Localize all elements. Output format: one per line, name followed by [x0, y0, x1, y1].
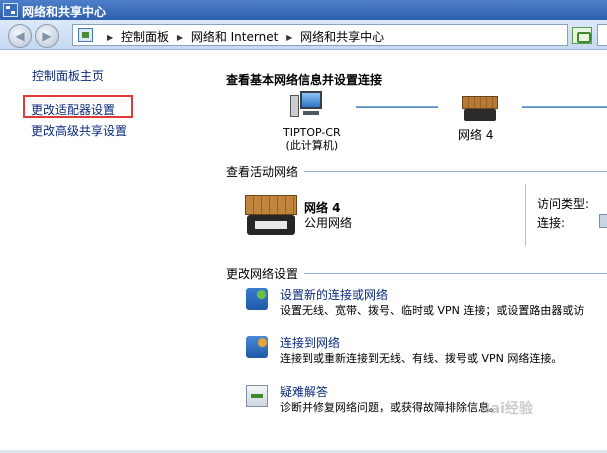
task-title[interactable]: 连接到网络	[280, 334, 340, 351]
bench-seat	[245, 195, 297, 215]
forward-button[interactable]: ▶	[35, 24, 59, 48]
refresh-button[interactable]	[572, 27, 592, 44]
bench-legs	[247, 215, 295, 235]
bench-seat	[462, 96, 498, 109]
task-description: 设置无线、宽带、拨号、临时或 VPN 连接；或设置路由器或访	[280, 304, 585, 317]
chevron-right-icon[interactable]: ▶	[286, 33, 292, 42]
sidebar-item-advanced-sharing-settings[interactable]: 更改高级共享设置	[31, 122, 127, 139]
computer-note: (此计算机)	[285, 139, 339, 152]
breadcrumb-control-panel[interactable]: 控制面板	[121, 30, 169, 44]
bench-legs	[464, 109, 496, 121]
computer-icon[interactable]	[290, 91, 326, 123]
back-button[interactable]: ◀	[8, 24, 32, 48]
task-title[interactable]: 设置新的连接或网络	[280, 286, 388, 303]
troubleshoot-icon	[246, 385, 268, 407]
network-setup-icon	[246, 288, 268, 310]
control-panel-icon	[78, 28, 93, 42]
watermark: Bai经验	[480, 401, 533, 417]
network-center-icon	[3, 3, 18, 17]
active-networks-heading: 查看活动网络	[226, 165, 299, 179]
navigation-bar: ◀ ▶ ▶ 控制面板 ▶ 网络和 Internet ▶ 网络和共享中心 ▼	[0, 20, 607, 50]
network-map-link	[522, 106, 607, 108]
network-map-link	[356, 106, 438, 108]
chevron-right-icon[interactable]: ▶	[107, 33, 113, 42]
breadcrumb-network-center[interactable]: 网络和共享中心	[300, 30, 384, 44]
sidebar-item-change-adapter-settings[interactable]: 更改适配器设置	[31, 101, 115, 118]
pc-screen	[300, 91, 322, 109]
address-bar[interactable]: ▶ 控制面板 ▶ 网络和 Internet ▶ 网络和共享中心 ▼	[72, 24, 568, 46]
network-sharing-center-window: 网络和共享中心 ◀ ▶ ▶ 控制面板 ▶ 网络和 Internet ▶ 网络和共…	[0, 0, 607, 453]
title-bar: 网络和共享中心	[0, 0, 607, 20]
page-title: 查看基本网络信息并设置连接	[226, 73, 383, 87]
search-input[interactable]	[597, 24, 607, 46]
network-map-label: 网络 4	[458, 128, 494, 142]
pc-tower	[290, 95, 299, 117]
divider	[525, 184, 526, 246]
connection-label: 连接:	[537, 216, 566, 230]
breadcrumb: ▶ 控制面板 ▶ 网络和 Internet ▶ 网络和共享中心	[103, 28, 384, 45]
computer-name: TIPTOP-CR	[283, 126, 341, 139]
breadcrumb-network-internet[interactable]: 网络和 Internet	[191, 30, 278, 44]
task-title[interactable]: 疑难解答	[280, 383, 328, 400]
active-network-type[interactable]: 公用网络	[304, 214, 352, 231]
change-network-settings-heading: 更改网络设置	[226, 267, 299, 281]
task-description: 连接到或重新连接到无线、有线、拨号或 VPN 网络连接。	[280, 352, 563, 365]
connect-network-icon	[246, 336, 268, 358]
public-network-icon[interactable]	[245, 195, 297, 237]
window-title: 网络和共享中心	[22, 5, 107, 19]
divider	[304, 171, 607, 172]
connection-icon[interactable]	[599, 214, 607, 228]
divider	[304, 273, 607, 274]
access-type-label: 访问类型:	[537, 197, 590, 211]
computer-label: TIPTOP-CR (此计算机)	[283, 126, 341, 152]
chevron-right-icon[interactable]: ▶	[177, 33, 183, 42]
sidebar: 控制面板主页 更改适配器设置 更改高级共享设置	[0, 51, 212, 453]
sidebar-item-control-panel-home[interactable]: 控制面板主页	[32, 67, 104, 84]
task-description: 诊断并修复网络问题，或获得故障排除信息。	[280, 401, 500, 414]
pc-base	[303, 111, 319, 115]
network-bench-icon[interactable]	[462, 96, 498, 122]
